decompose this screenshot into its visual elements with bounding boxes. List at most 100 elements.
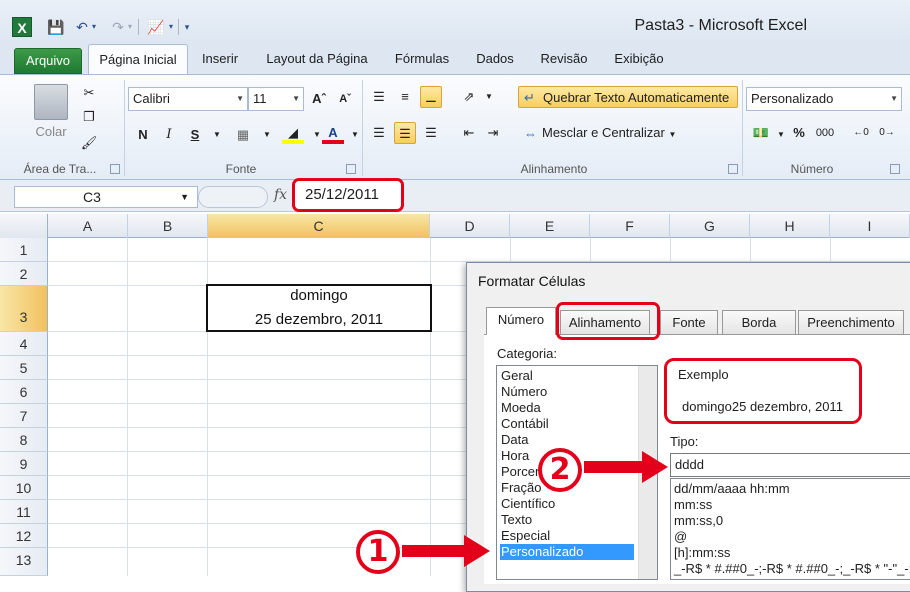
font-color-icon[interactable]: A xyxy=(322,122,344,144)
format-painter-icon[interactable]: 🖌 xyxy=(78,132,100,154)
row-header[interactable]: 11 xyxy=(0,500,48,524)
category-item[interactable]: Científico xyxy=(500,496,634,512)
row-header[interactable]: 10 xyxy=(0,476,48,500)
shrink-font-icon[interactable]: Aˇ xyxy=(334,88,356,110)
insert-function-icon[interactable]: fx xyxy=(274,187,287,203)
tab-fill[interactable]: Preenchimento xyxy=(798,310,904,334)
alignment-launcher-icon[interactable] xyxy=(728,164,738,174)
row-header[interactable]: 2 xyxy=(0,262,48,286)
tab-page-layout[interactable]: Layout da Página xyxy=(252,44,382,74)
orientation-icon[interactable]: ⇗ xyxy=(458,86,480,108)
bold-button[interactable]: N xyxy=(132,124,154,146)
column-header[interactable]: C xyxy=(208,214,430,238)
row-header[interactable]: 1 xyxy=(0,238,48,262)
fill-color-icon[interactable]: ◢ xyxy=(282,122,304,144)
borders-icon[interactable]: ▦ xyxy=(232,124,254,146)
tab-font[interactable]: Fonte xyxy=(660,310,718,334)
undo-dropdown-icon[interactable]: ▾ xyxy=(88,17,100,37)
row-header[interactable]: 9 xyxy=(0,452,48,476)
select-all-button[interactable] xyxy=(0,214,48,238)
decrease-decimal-icon[interactable]: 0→ xyxy=(876,122,898,144)
font-name-combo[interactable]: Calibri ▼ xyxy=(128,87,248,111)
chart-dropdown-icon[interactable]: ▾ xyxy=(165,17,177,37)
row-header[interactable]: 7 xyxy=(0,404,48,428)
percent-button[interactable]: % xyxy=(788,122,810,144)
align-right-icon[interactable]: ☰ xyxy=(420,122,442,144)
tab-view[interactable]: Exibição xyxy=(602,44,676,74)
increase-decimal-icon[interactable]: ←0 xyxy=(850,122,872,144)
copy-icon[interactable]: ❐ xyxy=(78,106,100,128)
category-item-selected[interactable]: Personalizado xyxy=(500,544,634,560)
redo-dropdown-icon[interactable]: ▾ xyxy=(124,17,136,37)
font-launcher-icon[interactable] xyxy=(346,164,356,174)
type-item[interactable]: _-R$ * #.##0_-;-R$ * #.##0_-;_-R$ * "-"_… xyxy=(674,561,910,577)
column-header[interactable]: D xyxy=(430,214,510,238)
underline-dropdown-icon[interactable]: ▼ xyxy=(206,124,228,146)
column-header[interactable]: B xyxy=(128,214,208,238)
merge-center-button[interactable]: Mesclar e Centralizar ▼ xyxy=(518,122,684,144)
type-item[interactable]: [h]:mm:ss xyxy=(674,545,730,561)
tab-border[interactable]: Borda xyxy=(722,310,796,334)
category-item[interactable]: Texto xyxy=(500,512,634,528)
customize-qat-icon[interactable]: ▾ xyxy=(180,17,194,37)
align-top-icon[interactable]: ☰ xyxy=(368,86,390,108)
cut-icon[interactable]: ✂ xyxy=(78,82,100,104)
align-middle-icon[interactable]: ≡ xyxy=(394,86,416,108)
tab-review[interactable]: Revisão xyxy=(530,44,598,74)
category-item[interactable]: Especial xyxy=(500,528,634,544)
currency-icon[interactable]: 💵 xyxy=(750,122,772,144)
underline-button[interactable]: S xyxy=(184,124,206,146)
decrease-indent-icon[interactable]: ⇤ xyxy=(458,122,480,144)
tab-number[interactable]: Número xyxy=(486,307,556,335)
tab-file[interactable]: Arquivo xyxy=(14,48,82,74)
type-item[interactable]: mm:ss xyxy=(674,497,712,513)
category-item[interactable]: Contábil xyxy=(500,416,634,432)
row-header[interactable]: 6 xyxy=(0,380,48,404)
column-header[interactable]: F xyxy=(590,214,670,238)
wrap-text-button[interactable]: Quebrar Texto Automaticamente xyxy=(518,86,738,108)
row-header[interactable]: 4 xyxy=(0,332,48,356)
row-header[interactable]: 8 xyxy=(0,428,48,452)
row-header[interactable]: 3 xyxy=(0,286,48,332)
row-header[interactable]: 12 xyxy=(0,524,48,548)
chart-icon[interactable]: 📈 xyxy=(146,17,166,37)
group-label-font: Fonte xyxy=(225,162,257,176)
category-item[interactable]: Geral xyxy=(500,368,634,384)
tab-home[interactable]: Página Inicial xyxy=(88,44,188,75)
number-launcher-icon[interactable] xyxy=(890,164,900,174)
type-item[interactable]: mm:ss,0 xyxy=(674,513,723,529)
category-item[interactable]: Moeda xyxy=(500,400,634,416)
paste-icon[interactable] xyxy=(34,84,68,120)
type-item[interactable]: @ xyxy=(674,529,687,545)
clipboard-launcher-icon[interactable] xyxy=(110,164,120,174)
column-header[interactable]: H xyxy=(750,214,830,238)
tab-formulas[interactable]: Fórmulas xyxy=(384,44,460,74)
font-size-combo[interactable]: 11 ▼ xyxy=(248,87,304,111)
formula-input[interactable]: 25/12/2011 xyxy=(292,178,404,212)
align-bottom-icon[interactable]: ⚊ xyxy=(420,86,442,108)
align-left-icon[interactable]: ☰ xyxy=(368,122,390,144)
name-box[interactable]: C3 ▼ xyxy=(14,186,198,208)
column-header[interactable]: A xyxy=(48,214,128,238)
type-item[interactable]: dd/mm/aaaa hh:mm xyxy=(674,481,790,497)
tab-data[interactable]: Dados xyxy=(466,44,524,74)
paste-button-label[interactable]: Colar xyxy=(34,124,68,139)
type-input[interactable]: dddd xyxy=(670,453,910,477)
column-header[interactable]: I xyxy=(830,214,910,238)
align-center-icon[interactable]: ☰ xyxy=(394,122,416,144)
category-item[interactable]: Data xyxy=(500,432,634,448)
increase-indent-icon[interactable]: ⇥ xyxy=(482,122,504,144)
orientation-dropdown-icon[interactable]: ▼ xyxy=(478,86,500,108)
save-icon[interactable]: 💾 xyxy=(46,17,66,37)
row-header[interactable]: 5 xyxy=(0,356,48,380)
tab-insert[interactable]: Inserir xyxy=(192,44,248,74)
grow-font-icon[interactable]: Aˆ xyxy=(308,88,330,110)
row-header[interactable]: 13 xyxy=(0,548,48,576)
borders-dropdown-icon[interactable]: ▼ xyxy=(256,124,278,146)
italic-button[interactable]: I xyxy=(158,124,180,146)
category-item[interactable]: Número xyxy=(500,384,634,400)
column-header[interactable]: G xyxy=(670,214,750,238)
column-header[interactable]: E xyxy=(510,214,590,238)
thousands-button[interactable]: 000 xyxy=(814,122,836,144)
number-format-combo[interactable]: Personalizado ▼ xyxy=(746,87,902,111)
